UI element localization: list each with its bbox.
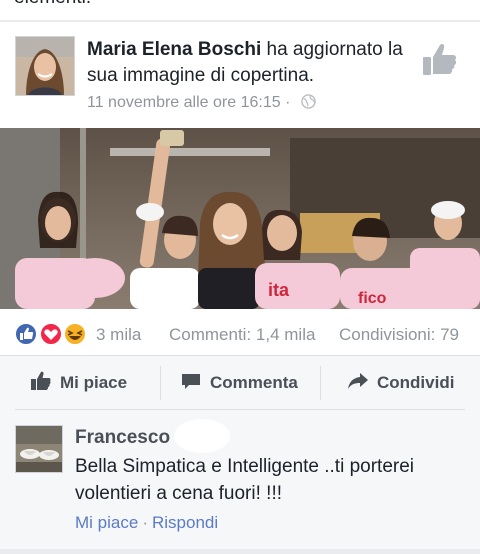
reaction-icons: [14, 322, 88, 346]
author-avatar[interactable]: [15, 36, 75, 96]
like-reaction-icon: [14, 322, 38, 346]
haha-reaction-icon: [63, 322, 87, 346]
action-separator: [160, 366, 161, 400]
feed-separator: [0, 549, 480, 554]
previous-post-fragment: elementi.: [0, 0, 480, 21]
thumbs-up-icon[interactable]: [420, 40, 460, 80]
comment-actions-separator: ·: [142, 513, 148, 532]
comment-icon: [180, 370, 202, 397]
feed-separator: [0, 20, 480, 22]
comment-button[interactable]: Commenta: [180, 356, 298, 410]
post-headline: Maria Elena Boschi ha aggiornato la sua …: [87, 37, 409, 89]
action-separator: [320, 366, 321, 400]
comment-section: Francesco Bella Simpatica e Intelligente…: [0, 410, 480, 554]
cover-photo[interactable]: ita fico: [0, 128, 480, 309]
shares-count[interactable]: Condivisioni: 79: [339, 325, 459, 345]
like-label: Mi piace: [60, 373, 128, 392]
post-meta: 11 novembre alle ore 16:15 ·: [87, 94, 316, 114]
comment-actions: Mi piace · Rispondi: [75, 513, 218, 533]
like-button[interactable]: Mi piace: [30, 356, 127, 410]
love-reaction-icon: [39, 322, 63, 346]
comments-count[interactable]: Commenti: 1,4 mila: [169, 325, 315, 345]
share-icon: [347, 370, 369, 397]
reactions-count: 3 mila: [96, 325, 142, 344]
svg-text:fico: fico: [358, 290, 387, 307]
commenter-name[interactable]: Francesco: [75, 427, 170, 449]
reactions-summary[interactable]: 3 mila Commenti: 1,4 mila Condivisioni: …: [0, 310, 480, 356]
post-action-bar: Mi piace Commenta Condividi: [0, 356, 480, 410]
previous-post-text: elementi.: [14, 0, 91, 9]
comment-label: Commenta: [210, 373, 298, 392]
commenter-avatar[interactable]: [15, 425, 63, 473]
comment-reply-link[interactable]: Rispondi: [152, 513, 218, 532]
like-icon: [30, 370, 52, 397]
post-timestamp[interactable]: 11 novembre alle ore 16:15: [87, 94, 281, 111]
share-label: Condividi: [377, 373, 455, 392]
redacted-name-blur: [172, 418, 232, 454]
post-author-name[interactable]: Maria Elena Boschi: [87, 39, 261, 60]
globe-icon: [301, 94, 316, 114]
share-button[interactable]: Condividi: [347, 356, 454, 410]
comment-text: Bella Simpatica e Intelligente ..ti port…: [75, 456, 415, 504]
comment-like-link[interactable]: Mi piace: [75, 513, 138, 532]
svg-text:ita: ita: [268, 280, 290, 300]
meta-separator: ·: [285, 94, 291, 111]
